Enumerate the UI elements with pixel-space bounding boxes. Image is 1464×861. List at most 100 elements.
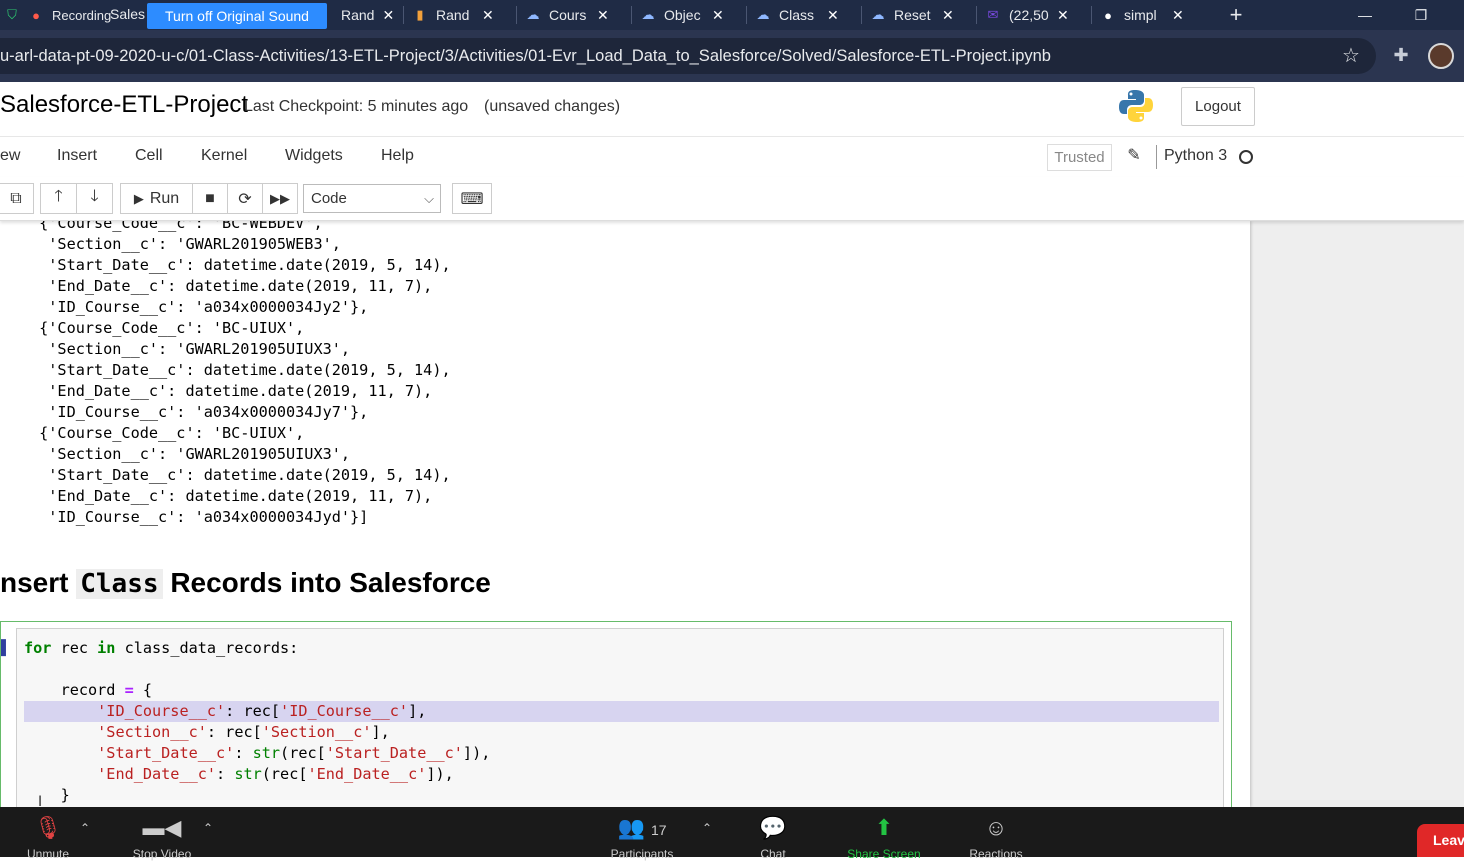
menu-bar: ew Insert Cell Kernel Widgets Help Trust… bbox=[0, 137, 1260, 177]
maximize-button[interactable]: ❐ bbox=[1398, 0, 1444, 30]
turn-off-original-sound-button[interactable]: Turn off Original Sound bbox=[147, 3, 327, 29]
browser-tab[interactable]: Rand ✕ bbox=[335, 0, 403, 30]
reactions-label: Reactions bbox=[969, 847, 1023, 861]
move-down-button[interactable]: 🡓 bbox=[76, 183, 113, 214]
bookmark-star-icon[interactable]: ☆ bbox=[1340, 38, 1362, 74]
notebook-page: {'Course_Code__c': 'BC-WEBDEV', 'Section… bbox=[0, 221, 1250, 807]
kernel-name[interactable]: Python 3 bbox=[1164, 147, 1227, 165]
output-line: 'Start_Date__c': datetime.date(2019, 5, … bbox=[30, 361, 451, 379]
jupyter-header: Salesforce-ETL-Project Last Checkpoint: … bbox=[0, 82, 1464, 137]
code-line: record = { bbox=[24, 681, 153, 699]
output-line: 'Section__c': 'GWARL201905WEB3', bbox=[30, 235, 341, 253]
pencil-edit-icon[interactable]: ✎ bbox=[1124, 145, 1144, 165]
close-tab-icon[interactable]: ✕ bbox=[1057, 7, 1069, 24]
code-line: 'Section__c': rec['Section__c'], bbox=[97, 723, 390, 741]
command-palette-button[interactable]: ⌨ bbox=[452, 183, 492, 214]
browser-tab[interactable]: ☁ Cours ✕ bbox=[517, 0, 631, 30]
close-tab-icon[interactable]: ✕ bbox=[482, 7, 494, 24]
salesforce-cloud-icon: ☁ bbox=[756, 7, 770, 22]
code-line: 'Start_Date__c': str(rec['Start_Date__c'… bbox=[97, 744, 491, 762]
url-field[interactable]: u-arl-data-pt-09-2020-u-c/01-Class-Activ… bbox=[0, 38, 1376, 74]
output-line: 'ID_Course__c': 'a034x0000034Jy2'}, bbox=[30, 298, 369, 316]
tab-label-sales: Sales bbox=[110, 6, 146, 22]
output-line: 'Section__c': 'GWARL201905UIUX3', bbox=[30, 340, 351, 358]
notebook-title[interactable]: Salesforce-ETL-Project bbox=[0, 91, 248, 119]
browser-tab[interactable]: ☁ Class ✕ bbox=[747, 0, 861, 30]
restart-run-all-button[interactable]: ▶▶ bbox=[262, 183, 298, 214]
tab-label: Rand bbox=[436, 7, 470, 23]
unsaved-status: (unsaved changes) bbox=[484, 98, 621, 115]
video-options-chevron-icon[interactable]: ⌃ bbox=[203, 821, 213, 835]
cell-prompt: ▌ bbox=[1, 639, 11, 655]
menu-cell[interactable]: Cell bbox=[135, 147, 163, 165]
browser-tab[interactable]: ● simpl ✕ bbox=[1092, 0, 1206, 30]
stop-video-button[interactable]: ▬◀ Stop Video bbox=[124, 807, 200, 861]
run-label: Run bbox=[149, 189, 180, 207]
close-tab-icon[interactable]: ✕ bbox=[942, 7, 954, 24]
play-icon: ▶ bbox=[133, 190, 144, 206]
browser-tab[interactable]: ✉ (22,50 ✕ bbox=[977, 0, 1091, 30]
restart-button[interactable]: ⟳ bbox=[227, 183, 263, 214]
participants-chevron-icon[interactable]: ⌃ bbox=[702, 821, 712, 835]
profile-avatar[interactable] bbox=[1428, 43, 1454, 69]
share-screen-button[interactable]: ⬆ Share Screen bbox=[838, 807, 930, 861]
interrupt-button[interactable]: ■ bbox=[192, 183, 228, 214]
code-line: } bbox=[24, 786, 70, 804]
stop-icon: ■ bbox=[205, 189, 215, 207]
mail-icon: ✉ bbox=[987, 7, 999, 22]
output-line: {'Course_Code__c': 'BC-WEBDEV', bbox=[30, 221, 323, 232]
browser-tab[interactable]: ☁ Objec ✕ bbox=[632, 0, 746, 30]
heading-text-post: Records into Salesforce bbox=[170, 567, 491, 598]
logout-button[interactable]: Logout bbox=[1181, 87, 1255, 126]
menu-view[interactable]: ew bbox=[0, 147, 20, 165]
close-tab-icon[interactable]: ✕ bbox=[1172, 7, 1184, 24]
close-tab-icon[interactable]: ✕ bbox=[597, 7, 609, 24]
menu-insert[interactable]: Insert bbox=[57, 147, 97, 165]
book-icon: ▮ bbox=[416, 7, 424, 22]
markdown-heading: nsert Class Records into Salesforce bbox=[0, 567, 491, 599]
chat-bubble-icon: 💬 bbox=[759, 815, 787, 840]
tab-label: Reset bbox=[894, 7, 931, 23]
menu-widgets[interactable]: Widgets bbox=[285, 147, 343, 165]
minimize-button[interactable]: — bbox=[1342, 0, 1388, 30]
unmute-button[interactable]: 🎙 Unmute bbox=[18, 807, 78, 861]
menu-kernel[interactable]: Kernel bbox=[201, 147, 247, 165]
menu-help[interactable]: Help bbox=[381, 147, 414, 165]
cell-type-select[interactable]: Code ⌵ bbox=[303, 184, 441, 213]
salesforce-cloud-icon: ☁ bbox=[871, 7, 885, 22]
extensions-puzzle-icon[interactable]: ✚ bbox=[1390, 45, 1412, 67]
code-editor[interactable]: for rec in class_data_records: record = … bbox=[16, 628, 1224, 807]
github-icon: ● bbox=[1104, 7, 1112, 23]
chat-button[interactable]: 💬 Chat bbox=[754, 807, 792, 861]
move-up-button[interactable]: 🡑 bbox=[40, 183, 77, 214]
participants-button[interactable]: 👥 17 Participants bbox=[600, 807, 684, 861]
close-tab-icon[interactable]: ✕ bbox=[827, 7, 839, 24]
keyboard-icon: ⌨ bbox=[460, 190, 484, 208]
code-cell[interactable]: ▌ for rec in class_data_records: record … bbox=[0, 621, 1232, 807]
browser-tab[interactable]: ☁ Reset ✕ bbox=[862, 0, 976, 30]
tab-label: Rand bbox=[341, 7, 375, 23]
trusted-badge[interactable]: Trusted bbox=[1047, 144, 1112, 171]
participants-label: Participants bbox=[610, 847, 674, 861]
output-line: 'Section__c': 'GWARL201905UIUX3', bbox=[30, 445, 351, 463]
run-button[interactable]: ▶ Run bbox=[120, 183, 193, 214]
browser-tab[interactable]: ▮ Rand ✕ bbox=[404, 0, 516, 30]
leave-button[interactable]: Leav bbox=[1417, 824, 1464, 857]
code-line: 'ID_Course__c': rec['ID_Course__c'], bbox=[97, 702, 427, 720]
close-tab-icon[interactable]: ✕ bbox=[712, 7, 724, 24]
tab-label: Objec bbox=[664, 7, 701, 23]
arrow-down-icon: 🡓 bbox=[90, 188, 99, 205]
paste-button[interactable]: ⧉ bbox=[0, 183, 34, 214]
audio-options-chevron-icon[interactable]: ⌃ bbox=[80, 821, 90, 835]
code-line: for rec in class_data_records: bbox=[24, 639, 299, 657]
notebook-toolbar: ⧉ 🡑 🡓 ▶ Run ■ ⟳ ▶▶ Code ⌵ ⌨ bbox=[0, 177, 1464, 221]
reactions-button[interactable]: ☺ Reactions bbox=[962, 807, 1030, 861]
new-tab-button[interactable]: + bbox=[1216, 0, 1256, 30]
record-icon: ● bbox=[32, 7, 40, 23]
tab-label: (22,50 bbox=[1009, 7, 1049, 23]
close-tab-icon[interactable]: ✕ bbox=[382, 7, 394, 24]
salesforce-cloud-icon: ☁ bbox=[526, 7, 540, 22]
heading-code: Class bbox=[76, 569, 163, 599]
kernel-divider bbox=[1156, 145, 1157, 169]
output-line: 'ID_Course__c': 'a034x0000034Jyd'}] bbox=[30, 508, 369, 526]
